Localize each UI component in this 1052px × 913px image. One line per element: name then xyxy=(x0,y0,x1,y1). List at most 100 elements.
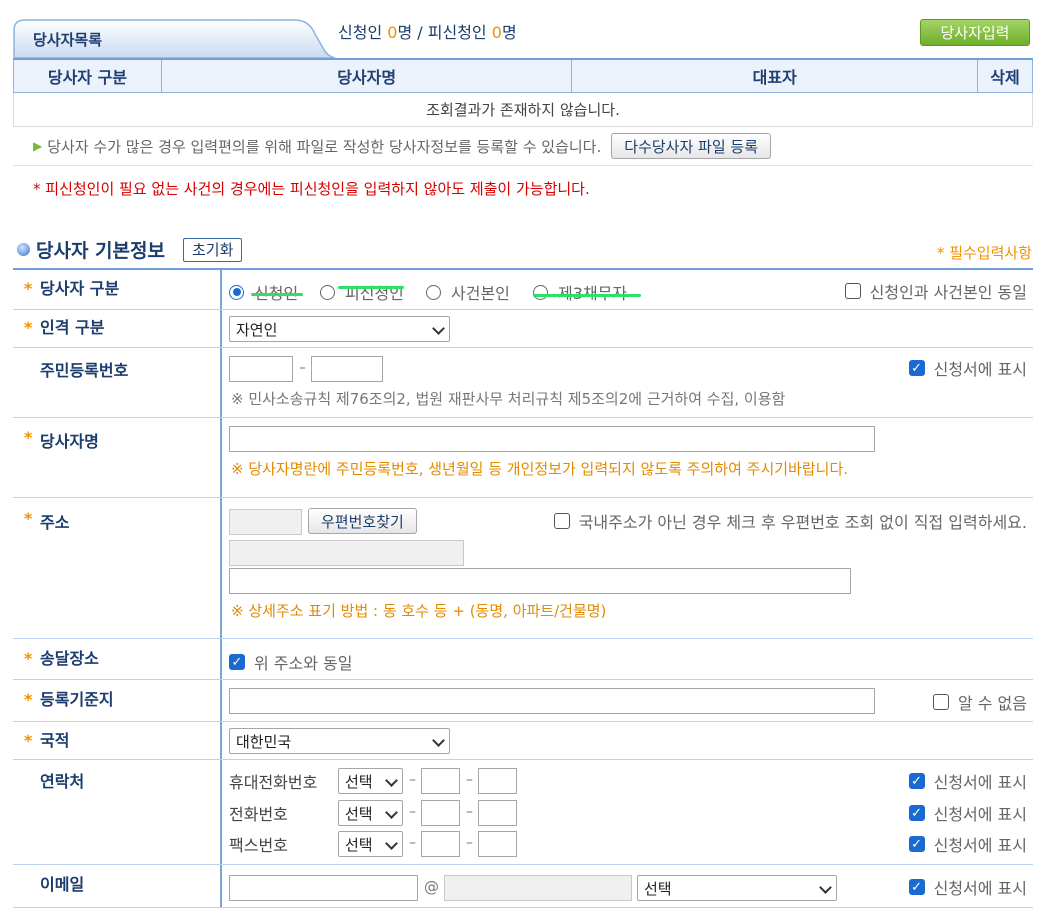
bullet-icon xyxy=(17,243,30,256)
col-delete: 삭제 xyxy=(977,58,1033,93)
mobile-last-input[interactable] xyxy=(478,768,517,794)
radio-case-person[interactable]: 사건본인 xyxy=(426,280,510,304)
mobile-label: 휴대전화번호 xyxy=(229,773,318,792)
email-show-checkbox[interactable]: 신청서에 표시 xyxy=(908,875,1027,899)
chevron-down-icon xyxy=(819,881,832,894)
party-name-input[interactable] xyxy=(229,426,875,452)
phone-label: 전화번호 xyxy=(229,805,288,824)
unknown-registry-checkbox[interactable]: 알 수 없음 xyxy=(932,690,1027,714)
section-header: 당사자 기본정보 초기화 xyxy=(17,236,243,263)
section-title: 당사자 기본정보 xyxy=(36,240,165,262)
add-party-button[interactable]: 당사자입력 xyxy=(920,19,1030,46)
contact-label: 연락처 xyxy=(40,772,85,791)
dash: – xyxy=(299,360,306,376)
respondent-label: 피신청인 xyxy=(427,23,487,42)
radio-third-debtor[interactable]: 제3채무자 xyxy=(533,280,627,304)
same-as-applicant-checkbox[interactable]: 신청인과 사건본인 동일 xyxy=(844,279,1027,303)
fax-mid-input[interactable] xyxy=(421,831,460,857)
divider xyxy=(13,165,1033,166)
reset-button[interactable]: 초기화 xyxy=(182,237,243,262)
dash: – xyxy=(466,804,473,820)
email-id-input[interactable] xyxy=(229,875,418,901)
delivery-label: 송달장소 xyxy=(40,649,99,668)
tab-title: 당사자목록 xyxy=(33,31,103,49)
row-contact: 연락처 휴대전화번호 선택 – – 신청서에 표시 전화번호 선택 – – 신청… xyxy=(13,760,1033,865)
col-party-type: 당사자 구분 xyxy=(13,58,162,93)
applicant-count: 0 xyxy=(387,23,398,42)
empty-message: 조회결과가 존재하지 않습니다. xyxy=(13,91,1033,127)
zipcode-input xyxy=(229,509,302,535)
phone-show-checkbox[interactable]: 신청서에 표시 xyxy=(908,801,1027,825)
party-counts: 신청인 0명 / 피신청인 0명 xyxy=(338,19,517,43)
rrn-front-input[interactable] xyxy=(229,356,293,382)
highlight-mark xyxy=(251,293,303,296)
rrn-back-input[interactable] xyxy=(311,356,383,382)
nationality-label: 국적 xyxy=(40,731,70,750)
count-separator: / xyxy=(417,23,423,42)
radio-applicant[interactable]: 신청인 xyxy=(229,280,298,304)
applicant-label: 신청인 xyxy=(338,23,383,42)
person-type-select[interactable]: 자연인 xyxy=(229,316,450,342)
fax-show-checkbox[interactable]: 신청서에 표시 xyxy=(908,832,1027,856)
address-label: 주소 xyxy=(40,513,70,532)
chevron-down-icon xyxy=(432,734,445,747)
at-symbol: @ xyxy=(424,878,439,896)
party-type-label: 당사자 구분 xyxy=(40,279,120,298)
zipcode-search-button[interactable]: 우편번호찾기 xyxy=(308,508,417,534)
col-party-name: 당사자명 xyxy=(160,58,573,93)
bulk-upload-button[interactable]: 다수당사자 파일 등록 xyxy=(611,133,772,159)
highlight-mark xyxy=(533,294,641,297)
mobile-prefix-select[interactable]: 선택 xyxy=(338,768,403,794)
row-address: * 주소 우편번호찾기 국내주소가 아닌 경우 체크 후 우편번호 조회 없이 직… xyxy=(13,498,1033,639)
rrn-show-checkbox[interactable]: 신청서에 표시 xyxy=(908,356,1027,380)
email-domain-select[interactable]: 선택 xyxy=(637,875,837,901)
dash: – xyxy=(409,772,416,788)
address-input xyxy=(229,540,464,566)
row-party-type: * 당사자 구분 신청인 피신청인 사건본인 제3채무자 신청인과 사건본인 동일 xyxy=(13,270,1033,310)
radio-respondent[interactable]: 피신청인 xyxy=(320,280,404,304)
respondent-count: 0 xyxy=(491,23,502,42)
dash: – xyxy=(409,804,416,820)
fax-prefix-select[interactable]: 선택 xyxy=(338,831,403,857)
same-address-checkbox[interactable]: 위 주소와 동일 xyxy=(229,650,353,674)
fax-last-input[interactable] xyxy=(478,831,517,857)
phone-mid-input[interactable] xyxy=(421,800,460,826)
bulk-info-text: 당사자 수가 많은 경우 입력편의를 위해 파일로 작성한 당사자정보를 등록할… xyxy=(47,137,602,156)
registry-label: 등록기준지 xyxy=(40,690,114,709)
row-rrn: 주민등록번호 – 신청서에 표시 ※ 민사소송규칙 제76조의2, 법원 재판사… xyxy=(13,348,1033,418)
address-detail-input[interactable] xyxy=(229,568,851,594)
name-label: 당사자명 xyxy=(40,432,99,451)
phone-last-input[interactable] xyxy=(478,800,517,826)
phone-prefix-select[interactable]: 선택 xyxy=(338,800,403,826)
mobile-show-checkbox[interactable]: 신청서에 표시 xyxy=(908,769,1027,793)
dash: – xyxy=(409,835,416,851)
dash: – xyxy=(466,772,473,788)
chevron-down-icon xyxy=(432,322,445,335)
rrn-note: ※ 민사소송규칙 제76조의2, 법원 재판사무 처리규칙 제5조의2에 근거하… xyxy=(231,390,786,408)
party-list-table: 당사자 구분 당사자명 대표자 삭제 조회결과가 존재하지 않습니다. xyxy=(13,58,1033,127)
row-delivery: *송달장소 위 주소와 동일 xyxy=(13,639,1033,680)
email-label: 이메일 xyxy=(40,875,85,894)
row-name: * 당사자명 ※ 당사자명란에 주민등록번호, 생년월일 등 개인정보가 입력되지… xyxy=(13,418,1033,498)
foreign-address-checkbox[interactable]: 국내주소가 아닌 경우 체크 후 우편번호 조회 없이 직접 입력하세요. xyxy=(553,509,1027,533)
chevron-down-icon xyxy=(385,806,398,819)
email-domain-input xyxy=(444,875,632,901)
nationality-select[interactable]: 대한민국 xyxy=(229,728,450,754)
bulk-info: ▶ 당사자 수가 많은 경우 입력편의를 위해 파일로 작성한 당사자정보를 등… xyxy=(33,133,772,159)
respondent-optional-note: * 피신청인이 필요 없는 사건의 경우에는 피신청인을 입력하지 않아도 제출… xyxy=(33,180,590,198)
mobile-mid-input[interactable] xyxy=(421,768,460,794)
required-star: * xyxy=(24,279,33,298)
applicant-unit: 명 xyxy=(397,23,413,42)
fax-label: 팩스번호 xyxy=(229,836,288,855)
row-registry: * 등록기준지 알 수 없음 xyxy=(13,680,1033,722)
row-person-type: * 인격 구분 자연인 xyxy=(13,310,1033,348)
dash: – xyxy=(466,835,473,851)
person-type-label: 인격 구분 xyxy=(40,318,105,337)
chevron-down-icon xyxy=(385,837,398,850)
chevron-down-icon xyxy=(385,774,398,787)
highlight-mark xyxy=(338,286,404,289)
registry-input[interactable] xyxy=(229,688,875,714)
row-email: 이메일 @ 선택 신청서에 표시 xyxy=(13,865,1033,908)
col-representative: 대표자 xyxy=(571,58,979,93)
party-list-tab: 당사자목록 xyxy=(13,18,335,58)
